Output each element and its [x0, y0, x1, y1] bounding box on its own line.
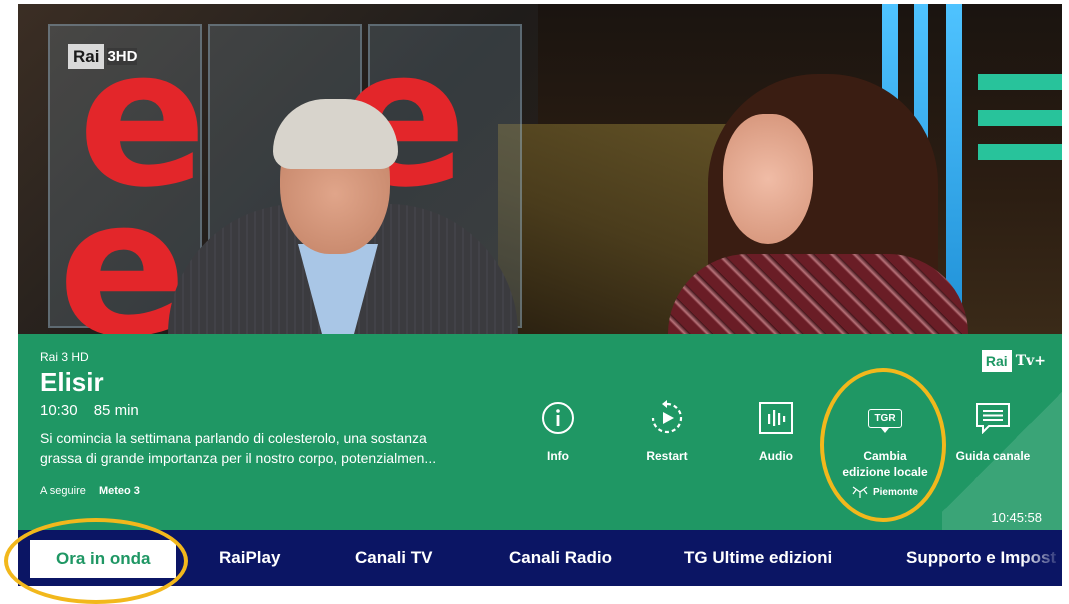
nav-item-tg-ultime-edizioni[interactable]: TG Ultime edizioni	[684, 530, 832, 586]
teal-light	[978, 110, 1062, 126]
nav-item-raiplay[interactable]: RaiPlay	[219, 530, 280, 586]
program-info-panel: Rai 3 HD Elisir 10:30 85 min Si comincia…	[18, 334, 1062, 530]
live-video: e e e Rai 3HD	[18, 4, 1062, 334]
program-title: Elisir	[40, 367, 104, 397]
set-letter-decoration: e	[58, 158, 187, 335]
nav-item-canali-tv[interactable]: Canali TV	[355, 530, 432, 586]
restart-button[interactable]: Restart	[612, 398, 722, 464]
teal-light	[978, 144, 1062, 160]
audio-icon	[759, 402, 793, 434]
raitv-logo-rai: Rai	[981, 350, 1012, 372]
main-nav: Ora in onda RaiPlay Canali TV Canali Rad…	[18, 530, 1062, 586]
info-button[interactable]: Info	[503, 398, 613, 464]
audio-label: Audio	[759, 449, 793, 463]
channel-name: Rai 3 HD	[40, 350, 89, 364]
nav-item-ora-in-onda[interactable]: Ora in onda	[30, 540, 177, 578]
label-line: Cambia	[863, 449, 907, 463]
nav-fade	[1022, 530, 1062, 586]
raitv-logo-tv: Tv+	[1015, 353, 1046, 369]
clock: 10:45:58	[991, 510, 1042, 525]
presenter-right-face	[723, 114, 813, 244]
channel-guide-label: Guida canale	[955, 449, 1031, 463]
change-local-edition-button[interactable]: TGR Cambia edizione locale Piemonte	[830, 398, 940, 498]
change-local-edition-label: Cambia edizione locale	[830, 448, 940, 480]
tv-screen: e e e Rai 3HD Rai 3 HD Elisir 10:30 85 m…	[18, 4, 1062, 586]
nav-item-canali-radio[interactable]: Canali Radio	[509, 530, 612, 586]
restart-icon	[651, 400, 683, 434]
raitv-logo: Rai Tv+	[981, 350, 1046, 372]
current-region: Piemonte	[830, 486, 940, 498]
teal-light	[978, 74, 1062, 90]
channel-logo-rai: Rai	[68, 43, 105, 69]
antenna-icon	[852, 486, 868, 498]
info-label: Info	[547, 449, 569, 463]
region-name: Piemonte	[872, 486, 918, 498]
label-line: edizione locale	[842, 465, 928, 479]
tgr-icon: TGR	[868, 408, 902, 428]
restart-label: Restart	[646, 449, 688, 463]
channel-logo-number: 3HD	[107, 47, 138, 65]
action-bar: Info Restart Audio TGR Cambia edizione l…	[18, 398, 1062, 518]
channel-guide-button[interactable]: Guida canale	[938, 398, 1048, 464]
channel-logo: Rai 3HD	[68, 41, 138, 71]
audio-button[interactable]: Audio	[721, 398, 831, 464]
info-circle-icon	[542, 402, 574, 434]
presenter-right	[668, 254, 968, 334]
guide-icon	[976, 403, 1010, 434]
